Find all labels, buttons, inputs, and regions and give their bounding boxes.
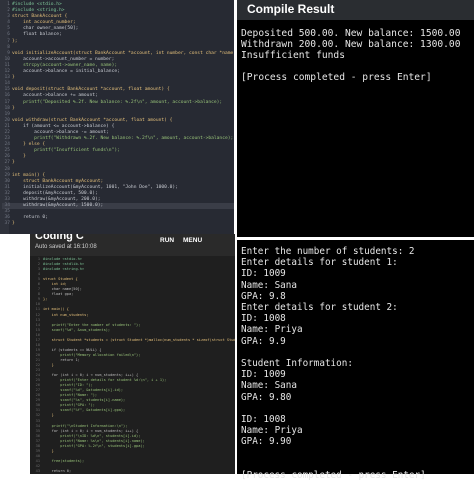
code-text: } <box>12 154 26 160</box>
code-text: for (int i = 0; i < num_students; i++) { <box>43 373 139 378</box>
code-line[interactable]: 17 struct Student *students = (struct St… <box>33 338 235 343</box>
code-text: printf("\nStudent Information:\n"); <box>43 423 128 428</box>
code-text: account->balance = initial_balance; <box>12 69 120 75</box>
code-text: scanf("%d", &students[i].id); <box>43 388 124 393</box>
code-text: scanf("%s", students[i].name); <box>43 398 126 403</box>
code-area[interactable]: 1 #include <stdio.h> 2 #include <string.h> 3… <box>2 2 234 227</box>
code-text: int main() { <box>43 307 69 312</box>
code-text: printf("Name: %s\n", students[i].name); <box>43 438 145 443</box>
code-text: float balance; <box>12 32 62 38</box>
code-text: account->balance -= amount; <box>12 129 109 135</box>
mobile-code-area[interactable]: 1 #include <stdio.h> 2 #include <stdlib.h> 3… <box>33 257 235 474</box>
code-text: strcpy(account->owner_name, name); <box>12 62 118 68</box>
code-text: }; <box>12 38 18 44</box>
code-line[interactable]: 37} <box>2 221 234 227</box>
code-text: } <box>12 160 15 166</box>
code-text: printf("ID: "); <box>43 383 93 388</box>
compile-output[interactable]: Deposited 500.00. New balance: 1500.00 W… <box>241 28 461 83</box>
code-text: } else { <box>12 142 46 148</box>
code-text: }; <box>43 297 48 302</box>
code-text: return 0; <box>12 215 48 221</box>
code-text: struct Student *students = (struct Stude… <box>43 337 235 342</box>
program-output[interactable]: Enter the number of students: 2 Enter de… <box>241 246 426 481</box>
run-button[interactable]: RUN <box>160 237 174 244</box>
code-text: } <box>12 75 15 81</box>
menu-button[interactable]: MENU <box>183 237 202 244</box>
code-line[interactable]: 17 printf("Deposited %.2f. New balance: … <box>2 100 234 106</box>
compile-result-title: Compile Result <box>247 2 335 16</box>
code-text: withdraw(&myAccount, 1500.0); <box>12 203 104 209</box>
mobile-editor-panel[interactable]: Coding C Auto saved at 16:10:08 RUN MENU… <box>30 234 235 474</box>
code-text: printf("Withdrawn %.2f. New balance: %.2… <box>12 136 234 142</box>
code-text: } <box>43 448 54 453</box>
code-text: if (students == NULL) { <box>43 347 102 352</box>
code-text: free(students); <box>43 458 85 463</box>
code-text: printf("Memory allocation failed\n"); <box>43 352 141 357</box>
code-text: printf("GPA: %.2f\n", students[i].gpa); <box>43 443 145 448</box>
code-text: char owner_name[50]; <box>12 26 79 32</box>
program-output-panel: Enter the number of students: 2 Enter de… <box>237 240 474 481</box>
code-text: #include <stdlib.h> <box>43 262 85 267</box>
code-text: scanf("%d", &num_students); <box>43 327 111 332</box>
code-text: printf("Enter details for student %d:\n"… <box>43 378 167 383</box>
code-text: if (amount <= account->balance) { <box>12 123 115 129</box>
line-number: 37 <box>4 221 10 227</box>
code-text: void deposit(struct BankAccount *account… <box>12 87 170 93</box>
code-text: initializeAccount(&myAccount, 1001, "Joh… <box>12 184 178 190</box>
code-text: struct BankAccount myAccount; <box>12 178 104 184</box>
code-text: struct Student { <box>43 277 78 282</box>
code-text: char name[50]; <box>43 287 82 292</box>
code-text: account->account_number = number; <box>12 56 115 62</box>
code-text: float gpa; <box>43 292 74 297</box>
code-text: } <box>43 413 54 418</box>
code-text: #include <stdio.h> <box>12 2 62 7</box>
code-text: struct BankAccount { <box>12 14 68 20</box>
compile-result-panel: Compile Result Deposited 500.00. New bal… <box>237 0 474 237</box>
code-text: deposit(&myAccount, 500.0); <box>12 190 98 196</box>
code-text: printf("GPA: "); <box>43 403 95 408</box>
code-text: #include <string.h> <box>43 267 85 272</box>
code-text: printf("Enter the number of students: ")… <box>43 322 141 327</box>
code-text: scanf("%f", &students[i].gpa); <box>43 408 126 413</box>
code-text: printf("Name: "); <box>43 393 98 398</box>
code-text: void initializeAccount(struct BankAccoun… <box>12 50 234 56</box>
code-text: printf("Insufficient funds\n"); <box>12 148 120 154</box>
code-text: #include <stdio.h> <box>43 257 82 261</box>
code-text: } <box>12 105 15 111</box>
code-text: #include <string.h> <box>12 8 65 14</box>
code-editor-panel[interactable]: 1 #include <stdio.h> 2 #include <string.h> 3… <box>0 0 234 234</box>
autosave-status: Auto saved at 16:10:08 <box>35 244 97 250</box>
code-text: for (int i = 0; i < num_students; i++) { <box>43 428 139 433</box>
compile-result-header: Compile Result <box>237 0 474 20</box>
code-text: void withdraw(struct BankAccount *accoun… <box>12 117 173 123</box>
app-title: Coding C <box>35 234 84 242</box>
mobile-app-header: Coding C Auto saved at 16:10:08 RUN MENU <box>30 234 235 256</box>
code-text: printf("Deposited %.2f. New balance: %.2… <box>12 99 223 105</box>
code-text: return 0; <box>43 468 72 473</box>
code-text: return 1; <box>43 357 80 362</box>
code-text: int num_students; <box>43 312 89 317</box>
code-text: int account_number; <box>12 20 76 26</box>
code-text: } <box>12 221 15 227</box>
code-text: account->balance += amount; <box>12 93 98 99</box>
code-text: int id; <box>43 282 67 287</box>
code-text: withdraw(&myAccount, 200.0); <box>12 197 101 202</box>
code-text: printf("\nID: %d\n", students[i].id); <box>43 433 141 438</box>
code-text: } <box>43 362 54 367</box>
code-text: int main() { <box>12 172 46 178</box>
